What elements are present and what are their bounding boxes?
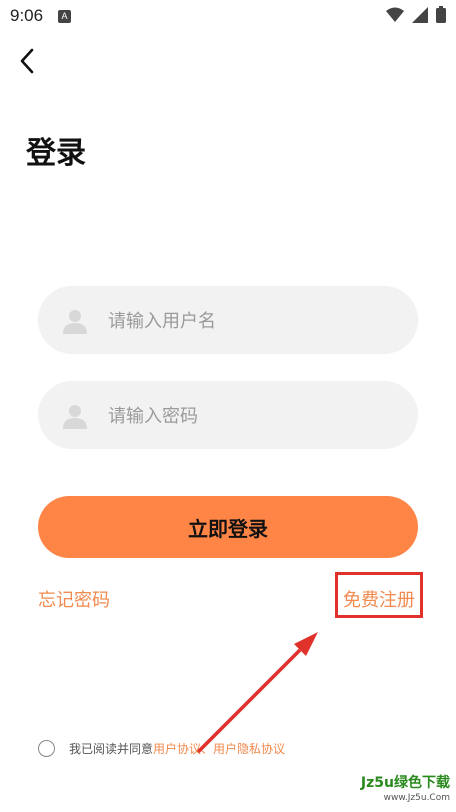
back-button[interactable] [14,46,44,76]
status-time: 9:06 [10,6,44,25]
privacy-policy-link[interactable]: 用户隐私协议 [213,740,285,757]
user-icon [63,310,87,334]
forgot-password-link[interactable]: 忘记密码 [38,586,110,612]
user-agreement-link[interactable]: 用户协议 [153,740,201,757]
notification-icon: A [58,10,71,23]
watermark-sub: www.Jz5u.Com [383,793,450,803]
status-bar: 9:06 A [0,0,456,34]
password-input[interactable] [106,381,400,451]
status-icons [386,6,446,23]
battery-icon [436,6,446,23]
username-field[interactable] [38,286,418,356]
watermark-main: Jz5u绿色下载 [360,775,450,791]
register-link[interactable]: 免费注册 [343,586,415,612]
username-input[interactable] [106,286,400,356]
agreement-prefix: 我已阅读并同意 [69,742,154,756]
user-icon [63,405,87,429]
wifi-icon [386,7,404,22]
signal-icon [412,6,428,23]
back-arrow-icon [20,48,34,74]
agreement-row: 我已阅读并同意 用户协议 、 用户隐私协议 [38,740,285,757]
agreement-checkbox[interactable] [38,740,55,757]
page-title: 登录 [26,136,86,171]
login-button[interactable]: 立即登录 [38,496,418,558]
watermark-logo: Jz5u绿色下载 www.Jz5u.Com [340,772,450,806]
password-field[interactable] [38,381,418,451]
agreement-separator: 、 [201,742,214,756]
